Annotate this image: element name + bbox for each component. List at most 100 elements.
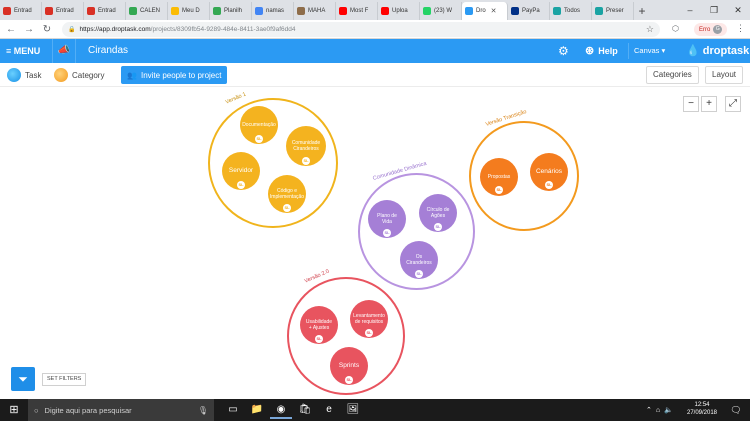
extension-icon[interactable]: ⬡: [672, 24, 679, 33]
help-button[interactable]: ⊛ Help: [585, 39, 618, 63]
browser-tab[interactable]: Todos: [550, 2, 592, 20]
c-icon: [595, 7, 603, 15]
browser-tab-label: Most F: [350, 8, 369, 14]
browser-tab[interactable]: Entrad: [84, 2, 126, 20]
assignee-badge: SL: [283, 204, 291, 212]
browser-tab[interactable]: Most F: [336, 2, 378, 20]
clock-date: 27/09/2018: [686, 410, 718, 416]
profile-error-label: Erro: [699, 26, 711, 33]
invite-people-label: Invite people to project: [140, 70, 222, 80]
network-icon[interactable]: ⌂: [656, 407, 660, 414]
layout-button[interactable]: Layout: [705, 66, 744, 84]
app-header: ≡ MENU 📣 Cirandas ⚙ ⊛ Help Canvas ▾ 💧 dr…: [0, 39, 750, 63]
edge-icon[interactable]: e: [318, 401, 340, 419]
chrome-icon[interactable]: ◉: [270, 401, 292, 419]
reload-icon[interactable]: ↻: [40, 24, 54, 35]
browser-tab[interactable]: PayPa: [508, 2, 550, 20]
menu-button[interactable]: ≡ MENU: [6, 39, 40, 63]
tray-chevron-icon[interactable]: ⌃: [646, 406, 652, 414]
task-usabilidade-ajustes[interactable]: Usabilidade + Ajustes SL: [300, 306, 338, 344]
task-codigo-implementacao[interactable]: Código e Implementação SL: [268, 175, 306, 213]
browser-tab[interactable]: namas: [252, 2, 294, 20]
project-canvas[interactable]: − + ⤢ Versão 1 Documentação SL Comunidad…: [0, 88, 750, 399]
task-label: Círculo de Agões: [426, 207, 450, 219]
lock-icon: 🔒: [68, 27, 76, 33]
notifications-icon[interactable]: 🗨: [726, 399, 746, 421]
url-input[interactable]: 🔒 https://app.droptask.com/projects/8309…: [62, 22, 660, 37]
funnel-icon: ⏷: [18, 372, 28, 386]
browser-tab[interactable]: CALEN: [126, 2, 168, 20]
youtube-icon: [339, 7, 347, 15]
bookmark-star-icon[interactable]: ☆: [646, 24, 654, 35]
paypal-icon: [511, 7, 519, 15]
task-circulo-de-agoes[interactable]: Círculo de Agões SL: [419, 194, 457, 232]
project-title[interactable]: Cirandas: [88, 39, 128, 63]
gmail-icon: [45, 7, 53, 15]
task-cenarios[interactable]: Cenários SL: [530, 153, 568, 191]
browser-tab[interactable]: Preser: [592, 2, 634, 20]
browser-tab[interactable]: Entrad: [42, 2, 84, 20]
minimize-button[interactable]: –: [678, 0, 702, 20]
browser-tab-label: PayPa: [522, 8, 540, 14]
task-plano-de-vida[interactable]: Plano de Vida SL: [368, 200, 406, 238]
caret-down-icon: ▾: [661, 46, 666, 55]
assignee-badge: SL: [415, 270, 423, 278]
browser-tab-label: Dro: [476, 8, 486, 14]
task-label: Código e Implementação: [269, 188, 305, 200]
task-os-cirandeiros[interactable]: Os Cirandeiros SL: [400, 241, 438, 279]
taskbar-search-input[interactable]: ○ Digite aqui para pesquisar 🎙: [28, 399, 214, 421]
taskbar-clock[interactable]: 12:54 27/09/2018: [684, 401, 720, 417]
browser-tab[interactable]: Planilh: [210, 2, 252, 20]
task-propostas[interactable]: Propostas SL: [480, 158, 518, 196]
microphone-icon[interactable]: 🎙: [198, 406, 208, 415]
forward-icon[interactable]: →: [22, 24, 36, 35]
back-icon[interactable]: ←: [4, 24, 18, 35]
close-tab-icon[interactable]: ✕: [491, 7, 497, 15]
browser-menu-icon[interactable]: ⋮: [736, 23, 745, 34]
assignee-badge: SL: [255, 135, 263, 143]
task-documentacao[interactable]: Documentação SL: [240, 106, 278, 144]
file-explorer-icon[interactable]: 📁: [246, 401, 268, 419]
task-levantamento-requisitos[interactable]: Levantamento de requisitos SL: [350, 300, 388, 338]
assignee-badge: SL: [302, 157, 310, 165]
fit-screen-button[interactable]: ⤢: [725, 96, 741, 112]
add-task-button[interactable]: Task: [7, 66, 41, 84]
zoom-out-button[interactable]: −: [683, 96, 699, 112]
task-comunidade-cirandeiros[interactable]: Comunidade Cirandeiros SL: [286, 126, 326, 166]
browser-tab[interactable]: (23) W: [420, 2, 462, 20]
browser-tab[interactable]: Meu D: [168, 2, 210, 20]
add-category-button[interactable]: Category: [54, 66, 104, 84]
browser-tab-label: CALEN: [140, 8, 161, 14]
megaphone-icon[interactable]: 📣: [52, 39, 76, 63]
browser-tab[interactable]: MAHA: [294, 2, 336, 20]
browser-tab-label: Uploa: [392, 8, 408, 14]
gear-icon[interactable]: ⚙: [558, 39, 569, 63]
task-sprints[interactable]: Sprints SL: [330, 347, 368, 385]
task-view-icon[interactable]: ▭: [222, 401, 244, 419]
browser-tab[interactable]: Dro ✕: [462, 2, 508, 20]
filter-button[interactable]: ⏷: [11, 367, 35, 391]
browser-tab-label: MAHA: [308, 8, 326, 14]
add-user-icon: 👥: [127, 70, 137, 80]
zoom-in-button[interactable]: +: [701, 96, 717, 112]
browser-tab-label: (23) W: [434, 8, 452, 14]
task-servidor[interactable]: Servidor SL: [222, 152, 260, 190]
photos-icon[interactable]: 🖼: [342, 401, 364, 419]
close-window-button[interactable]: ✕: [726, 0, 750, 20]
view-dropdown[interactable]: Canvas ▾: [628, 43, 670, 59]
browser-tab[interactable]: Entrad: [0, 2, 42, 20]
windows-start-icon[interactable]: ⊞: [0, 399, 28, 421]
taskbar-search-placeholder: Digite aqui para pesquisar: [44, 405, 132, 415]
add-category-label: Category: [72, 70, 105, 80]
set-filters-button[interactable]: SET FILTERS: [42, 373, 87, 386]
assignee-badge: SL: [383, 229, 391, 237]
store-icon[interactable]: 🛍: [294, 401, 316, 419]
profile-error-button[interactable]: Erro G: [694, 23, 728, 36]
volume-icon[interactable]: 🔈: [664, 406, 673, 414]
categories-button[interactable]: Categories: [646, 66, 699, 84]
browser-tab[interactable]: Uploa: [378, 2, 420, 20]
assignee-badge: SL: [434, 223, 442, 231]
invite-people-button[interactable]: 👥 Invite people to project: [121, 66, 228, 84]
new-tab-button[interactable]: +: [634, 2, 650, 20]
maximize-button[interactable]: ❐: [702, 0, 726, 20]
